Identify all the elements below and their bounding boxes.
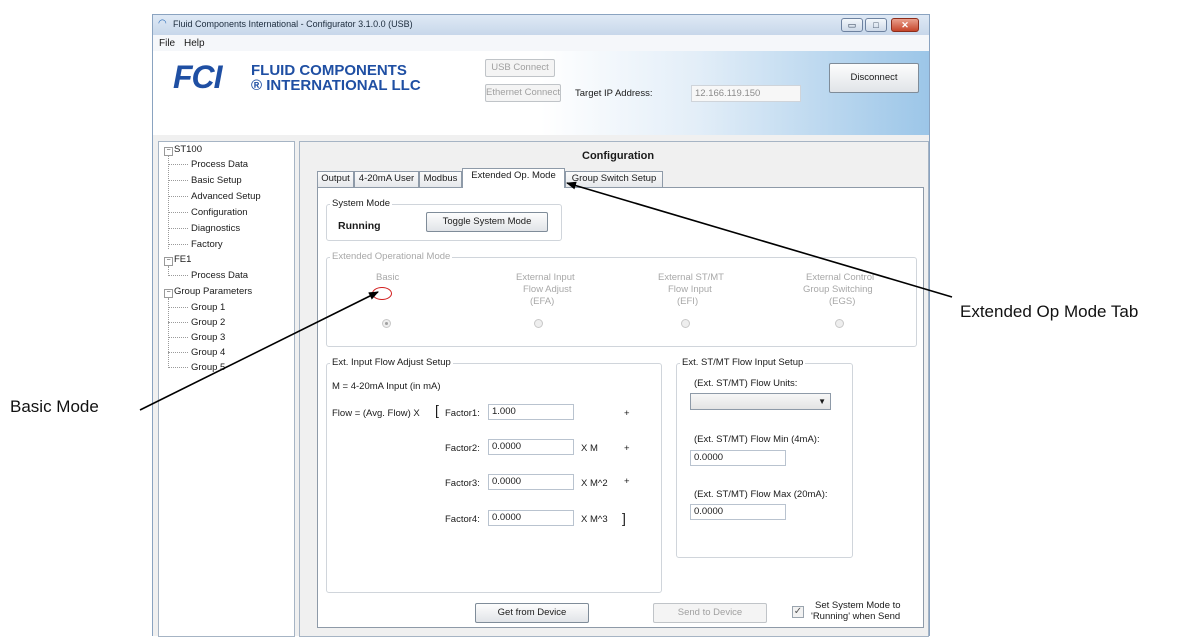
tab-extended-op-mode[interactable]: Extended Op. Mode [462, 168, 565, 188]
basic-mode-callout-label: Basic Mode [10, 397, 99, 416]
basic-mode-callout-arrow [139, 291, 379, 411]
tab-callout-arrow [566, 181, 953, 298]
tab-callout-label: Extended Op Mode Tab [960, 302, 1139, 321]
